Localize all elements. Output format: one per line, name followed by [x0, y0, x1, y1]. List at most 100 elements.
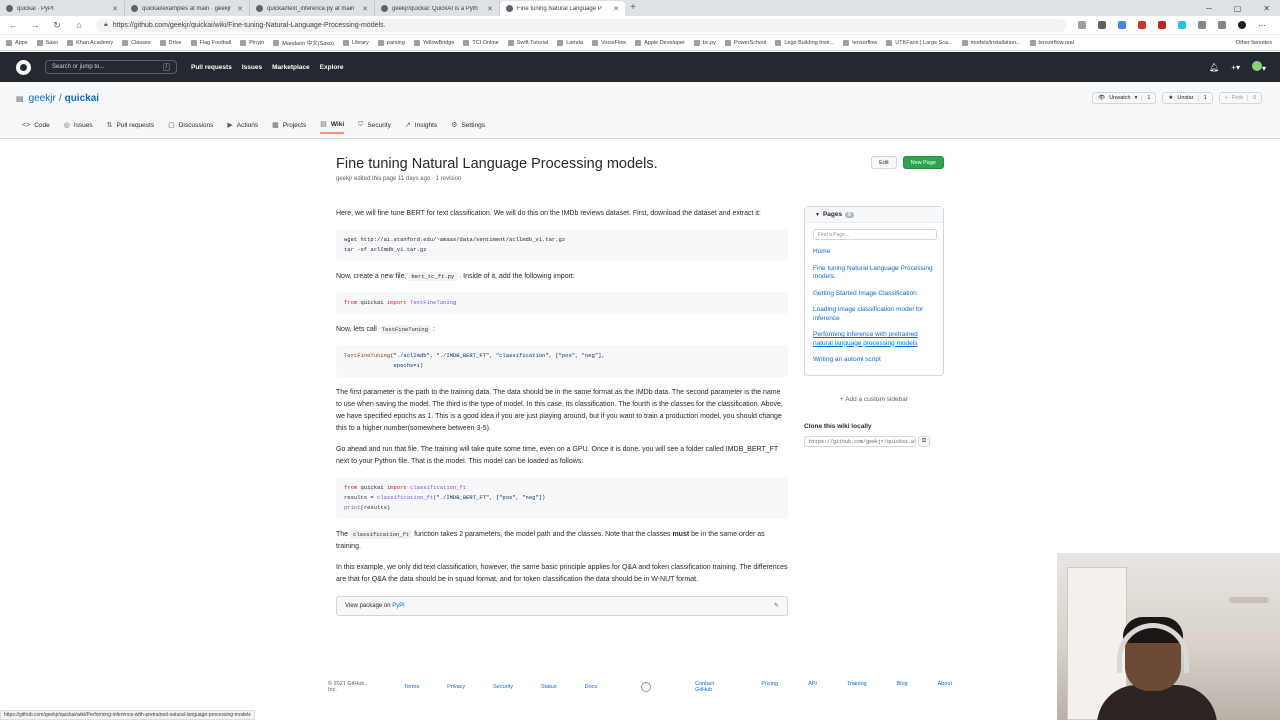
- page-link-home[interactable]: Home: [813, 248, 935, 257]
- browser-tab-4[interactable]: Fine tuning Natural Language P ✕: [500, 1, 625, 16]
- footer-link-contact[interactable]: Contact GitHub: [695, 681, 731, 693]
- bookmark-item[interactable]: Apple Developer: [635, 39, 685, 46]
- bookmark-item[interactable]: Swift Tutorial: [507, 39, 548, 46]
- bookmark-item[interactable]: Pinyin: [240, 39, 264, 46]
- new-tab-icon[interactable]: +: [625, 1, 641, 16]
- tab-security[interactable]: ⛉ Security: [358, 120, 391, 134]
- collections-icon[interactable]: [1218, 21, 1226, 29]
- favorite-star-icon[interactable]: [1078, 21, 1086, 29]
- minimize-icon[interactable]: ─: [1206, 4, 1212, 13]
- new-page-button[interactable]: New Page: [902, 156, 944, 169]
- other-favorites[interactable]: Other favorites: [1236, 40, 1280, 46]
- bookmark-item[interactable]: Lego Building Instr...: [775, 39, 834, 46]
- extension-icon[interactable]: [1118, 21, 1126, 29]
- tab-wiki[interactable]: ▤ Wiki: [320, 120, 345, 134]
- footer-link-pricing[interactable]: Pricing: [761, 681, 778, 693]
- tab-code[interactable]: <> Code: [22, 120, 50, 134]
- bookmark-item[interactable]: Lamda: [557, 39, 583, 46]
- bookmark-item[interactable]: Mandarin 中文(Saxo): [273, 39, 334, 47]
- footer-link-api[interactable]: API: [808, 681, 817, 693]
- repo-owner-link[interactable]: geekjr: [29, 93, 56, 104]
- browser-tab-1[interactable]: quickai/examples at main · geekjr ✕: [125, 1, 250, 16]
- bookmark-item[interactable]: tensorflow: [843, 39, 877, 46]
- footer-link-about[interactable]: About: [938, 681, 952, 693]
- page-link-loading-image[interactable]: Loading image classification model for i…: [813, 306, 935, 323]
- footer-link-security[interactable]: Security: [493, 684, 513, 690]
- bookmark-item[interactable]: Flag Football: [190, 39, 231, 46]
- browser-tab-3[interactable]: geekjr/quickai: QuickAI is a Pyth ✕: [375, 1, 500, 16]
- menu-icon[interactable]: ⋯: [1258, 21, 1266, 30]
- reload-icon[interactable]: ↻: [52, 20, 62, 31]
- close-icon[interactable]: ✕: [487, 5, 493, 13]
- tab-settings[interactable]: ⚙ Settings: [451, 120, 485, 134]
- page-link-performing-inference[interactable]: Performing inference with pretrained nat…: [813, 331, 935, 348]
- bookmark-item[interactable]: VoiceFlow: [592, 39, 626, 46]
- forward-icon[interactable]: →: [30, 20, 40, 30]
- page-link-fine-tuning[interactable]: Fine tuning Natural Language Processing …: [813, 265, 935, 282]
- tab-issues[interactable]: ◎ Issues: [64, 120, 93, 134]
- footer-link-privacy[interactable]: Privacy: [447, 684, 465, 690]
- bookmark-item[interactable]: tensorflow.real: [1029, 39, 1074, 46]
- close-icon[interactable]: ✕: [237, 5, 243, 13]
- github-footer-logo-icon[interactable]: [641, 682, 652, 692]
- bookmark-item[interactable]: Drive: [159, 39, 182, 46]
- bookmark-item[interactable]: UTKFace | Large Sca...: [886, 39, 953, 46]
- bookmark-item[interactable]: Library: [342, 39, 369, 46]
- footer-link-training[interactable]: Training: [847, 681, 867, 693]
- nav-issues[interactable]: Issues: [242, 64, 262, 71]
- unwatch-button[interactable]: 👁︎ Unwatch ▾ 1: [1092, 92, 1157, 104]
- tab-pull-requests[interactable]: ⇅ Pull requests: [107, 120, 154, 134]
- tab-actions[interactable]: ▶ Actions: [227, 120, 258, 134]
- page-link-automl[interactable]: Writing an automl script: [813, 356, 935, 365]
- tab-projects[interactable]: ▦ Projects: [272, 120, 306, 134]
- back-icon[interactable]: ←: [8, 20, 18, 30]
- nav-marketplace[interactable]: Marketplace: [272, 64, 310, 71]
- bookmark-item[interactable]: parsing: [377, 39, 405, 46]
- bookmark-item[interactable]: models/installation...: [961, 39, 1021, 46]
- extension-icon[interactable]: [1178, 21, 1186, 29]
- close-icon[interactable]: ✕: [362, 5, 368, 13]
- bookmark-item[interactable]: Saxo: [36, 39, 58, 46]
- close-window-icon[interactable]: ✕: [1263, 4, 1270, 13]
- bell-icon[interactable]: 🔔︎: [1209, 63, 1219, 72]
- extension-icon[interactable]: [1138, 21, 1146, 29]
- bookmark-item[interactable]: Apps: [6, 39, 28, 46]
- footer-link-status[interactable]: Status: [541, 684, 557, 690]
- maximize-icon[interactable]: ▢: [1234, 4, 1242, 13]
- footer-link-terms[interactable]: Terms: [404, 684, 419, 690]
- repo-name-link[interactable]: quickai: [65, 93, 99, 104]
- home-icon[interactable]: ⌂: [74, 20, 84, 30]
- bookmark-item[interactable]: YellowBridge: [413, 39, 454, 46]
- bookmark-item[interactable]: PowerSchool: [724, 39, 766, 46]
- clone-url-input[interactable]: https://github.com/geekjr/quickai.wiki.g…: [804, 436, 916, 447]
- page-link-getting-started[interactable]: Getting Started Image Classification: [813, 290, 935, 299]
- address-bar[interactable]: 🔒︎ https://github.com/geekjr/quickai/wik…: [96, 18, 1066, 32]
- bookmark-item[interactable]: Classes: [122, 39, 151, 46]
- bookmark-item[interactable]: Khan Academy: [67, 39, 113, 46]
- pages-toggle[interactable]: ▼ Pages 6: [805, 207, 943, 223]
- bookmark-item[interactable]: bc.py: [693, 39, 716, 46]
- unstar-button[interactable]: ★ Unstar 1: [1162, 92, 1213, 104]
- extension-icon[interactable]: [1098, 21, 1106, 29]
- footer-link-docs[interactable]: Docs: [585, 684, 598, 690]
- close-icon[interactable]: ✕: [613, 5, 619, 13]
- extension-icon[interactable]: [1198, 21, 1206, 29]
- footer-link-blog[interactable]: Blog: [897, 681, 908, 693]
- tab-discussions[interactable]: ▢ Discussions: [168, 120, 213, 134]
- copy-icon[interactable]: ⧉: [918, 436, 930, 447]
- find-page-input[interactable]: Find a Page...: [813, 229, 937, 240]
- fork-button[interactable]: ⑂ Fork 0: [1218, 92, 1262, 104]
- nav-explore[interactable]: Explore: [320, 64, 344, 71]
- pypi-link[interactable]: PyPi: [392, 603, 404, 609]
- tab-insights[interactable]: ↗ Insights: [405, 120, 437, 134]
- pencil-icon[interactable]: ✎: [774, 600, 779, 612]
- extension-icon[interactable]: [1158, 21, 1166, 29]
- plus-icon[interactable]: +▾: [1231, 63, 1240, 72]
- browser-tab-0[interactable]: quickai · PyPI ✕: [0, 1, 125, 16]
- close-icon[interactable]: ✕: [112, 5, 118, 13]
- edit-button[interactable]: Edit: [871, 156, 897, 169]
- github-logo-icon[interactable]: [16, 59, 31, 75]
- browser-tab-2[interactable]: quickai/text_inference.py at main ✕: [250, 1, 375, 16]
- add-custom-sidebar[interactable]: + Add a custom sidebar: [804, 396, 944, 403]
- search-input[interactable]: Search or jump to... /: [45, 60, 177, 74]
